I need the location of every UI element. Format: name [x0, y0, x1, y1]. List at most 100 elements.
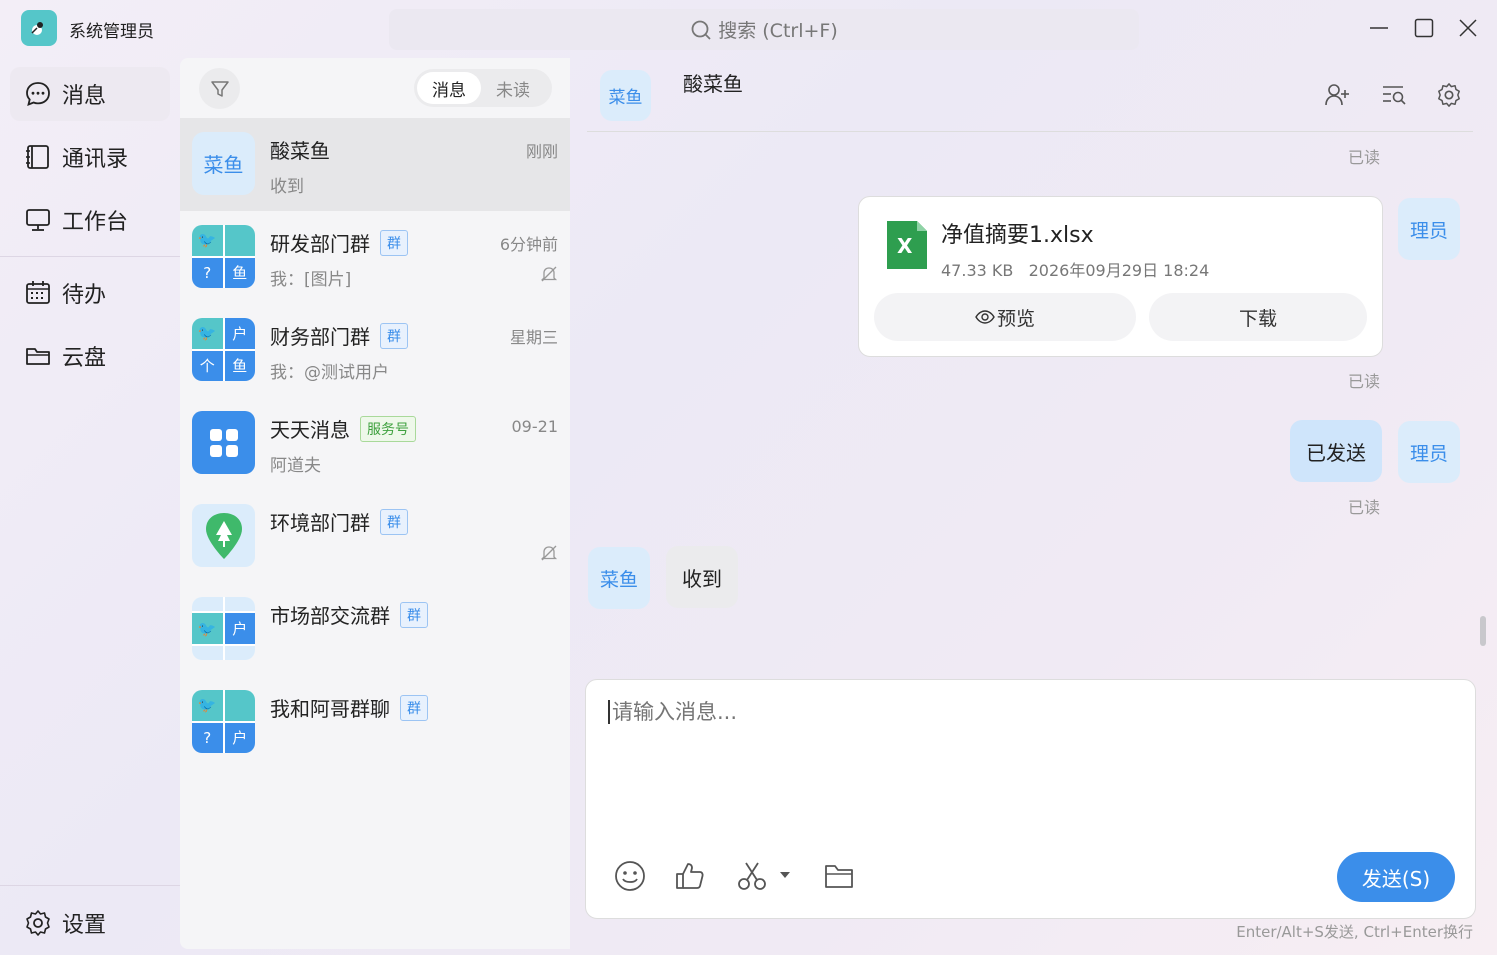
chat-avatar[interactable]: 菜鱼 — [600, 70, 651, 121]
sidebar-item-label: 设置 — [62, 913, 107, 938]
sidebar-item-todo[interactable]: 待办 — [10, 266, 170, 320]
file-meta: 47.33 KB 2026年09月29日 18:24 — [941, 261, 1210, 280]
preview-button[interactable]: 预览 — [874, 293, 1136, 341]
conversation-preview: 收到 — [270, 177, 304, 197]
maximize-button[interactable] — [1409, 13, 1439, 43]
conversation-time: 星期三 — [509, 328, 558, 347]
screenshot-button[interactable] — [734, 858, 794, 894]
scrollbar[interactable] — [1480, 616, 1486, 646]
conversation-item[interactable]: 🐦 户 市场部交流群群 — [180, 583, 570, 676]
group-badge: 群 — [400, 695, 428, 721]
sidebar-item-label: 消息 — [62, 84, 107, 109]
avatar: 🐦 户 个 鱼 — [192, 318, 255, 381]
smiley-icon — [615, 861, 645, 891]
conversation-item[interactable]: 🐦 户 个 鱼 财务部门群群 我：@测试用户 星期三 — [180, 304, 570, 397]
conversation-toolbar: 消息 未读 — [180, 58, 570, 118]
conversation-item[interactable]: 环境部门群群 — [180, 490, 570, 583]
mute-bell-icon — [540, 265, 558, 287]
folder-icon — [26, 348, 50, 365]
conversation-name: 市场部交流群群 — [270, 600, 428, 629]
close-icon — [1459, 19, 1477, 37]
sent-message-bubble[interactable]: 已发送 — [1290, 420, 1382, 482]
thumbs-up-icon — [676, 863, 704, 889]
conversation-time: 6分钟前 — [499, 235, 558, 254]
eye-icon — [975, 310, 995, 324]
conversation-list: 消息 未读 菜鱼 酸菜鱼 收到 刚刚 🐦 ? 鱼 研发部门群群 我：[图片] 6… — [180, 58, 570, 949]
workbench-icon — [26, 209, 50, 231]
avatar: 菜鱼 — [192, 132, 255, 195]
sidebar-item-label: 通讯录 — [62, 147, 129, 172]
sidebar-item-label: 工作台 — [62, 210, 129, 235]
sidebar-item-workbench[interactable]: 工作台 — [10, 193, 170, 247]
filter-button[interactable] — [199, 68, 240, 109]
conversation-item[interactable]: 🐦 ? 鱼 研发部门群群 我：[图片] 6分钟前 — [180, 211, 570, 304]
filter-icon — [210, 80, 229, 97]
read-status: 已读 — [1348, 148, 1381, 167]
svg-text:X: X — [897, 234, 913, 258]
conversation-item[interactable]: 菜鱼 酸菜鱼 收到 刚刚 — [180, 118, 570, 211]
conversation-item[interactable]: 天天消息 服务号 阿道夫 09-21 — [180, 397, 570, 490]
sidebar-item-cloud-disk[interactable]: 云盘 — [10, 329, 170, 383]
received-message-bubble[interactable]: 收到 — [666, 546, 738, 608]
add-user-icon — [1325, 84, 1349, 106]
read-status: 已读 — [1348, 372, 1381, 391]
my-avatar[interactable]: 理员 — [1398, 198, 1460, 260]
tab-messages[interactable]: 消息 — [417, 72, 481, 104]
message-input[interactable] — [608, 700, 1448, 724]
conversation-name: 环境部门群群 — [270, 507, 408, 536]
sidebar-item-messages[interactable]: 消息 — [10, 67, 170, 121]
app-name: 系统管理员 — [69, 22, 154, 42]
add-member-button[interactable] — [1322, 80, 1352, 110]
file-name: 净值摘要1.xlsx — [941, 223, 1094, 248]
conversation-item[interactable]: 🐦 ? 户 我和阿哥群聊群 — [180, 676, 570, 769]
conversation-preview: 阿道夫 — [270, 456, 321, 476]
search-input[interactable]: 搜索 (Ctrl+F) — [389, 9, 1139, 50]
minimize-icon — [1370, 27, 1388, 29]
conversation-preview: 我：[图片] — [270, 270, 352, 290]
apps-grid-icon — [209, 428, 238, 457]
avatar: 🐦 ? 户 — [192, 690, 255, 753]
close-button[interactable] — [1453, 13, 1483, 43]
tree-pin-icon — [205, 512, 242, 559]
send-file-button[interactable] — [821, 858, 857, 894]
conversation-name: 财务部门群群 — [270, 321, 408, 350]
avatar — [192, 504, 255, 567]
nav-divider — [0, 256, 180, 257]
send-button[interactable]: 发送(S) — [1337, 852, 1455, 902]
chat-header: 菜鱼 酸菜鱼 — [587, 58, 1473, 132]
scissors-icon — [738, 862, 790, 890]
group-badge: 群 — [380, 509, 408, 535]
group-badge: 群 — [400, 602, 428, 628]
like-button[interactable] — [672, 858, 708, 894]
group-badge: 群 — [380, 230, 408, 256]
gear-icon — [1438, 83, 1460, 107]
search-history-button[interactable] — [1379, 80, 1409, 110]
gear-icon — [26, 910, 50, 936]
chat-settings-button[interactable] — [1434, 80, 1464, 110]
file-message-card[interactable]: X 净值摘要1.xlsx 47.33 KB 2026年09月29日 18:24 … — [858, 196, 1383, 357]
minimize-button[interactable] — [1364, 13, 1394, 43]
group-badge: 群 — [380, 323, 408, 349]
contacts-icon — [26, 145, 49, 169]
message-composer: 发送(S) — [585, 679, 1476, 919]
bird-icon: 🐦 — [192, 225, 223, 256]
conversation-time: 09-21 — [511, 417, 559, 436]
conversation-time: 刚刚 — [525, 142, 558, 161]
bird-icon: 🐦 — [192, 318, 223, 349]
sidebar-nav: 消息 通讯录 工作台 待办 云盘 设置 — [0, 58, 180, 955]
avatar — [192, 411, 255, 474]
bird-icon: 🐦 — [192, 690, 223, 721]
mute-bell-icon — [540, 544, 558, 566]
sidebar-item-label: 待办 — [62, 283, 107, 308]
emoji-button[interactable] — [612, 858, 648, 894]
message-filter-tabs: 消息 未读 — [414, 69, 552, 107]
sidebar-item-contacts[interactable]: 通讯录 — [10, 130, 170, 184]
nav-divider — [0, 885, 180, 886]
download-button[interactable]: 下载 — [1149, 293, 1367, 341]
sidebar-item-settings[interactable]: 设置 — [10, 896, 170, 950]
my-avatar[interactable]: 理员 — [1398, 421, 1460, 483]
conversation-name: 研发部门群群 — [270, 228, 408, 257]
tab-unread[interactable]: 未读 — [481, 72, 545, 104]
contact-avatar[interactable]: 菜鱼 — [588, 547, 650, 609]
message-icon — [26, 82, 50, 106]
